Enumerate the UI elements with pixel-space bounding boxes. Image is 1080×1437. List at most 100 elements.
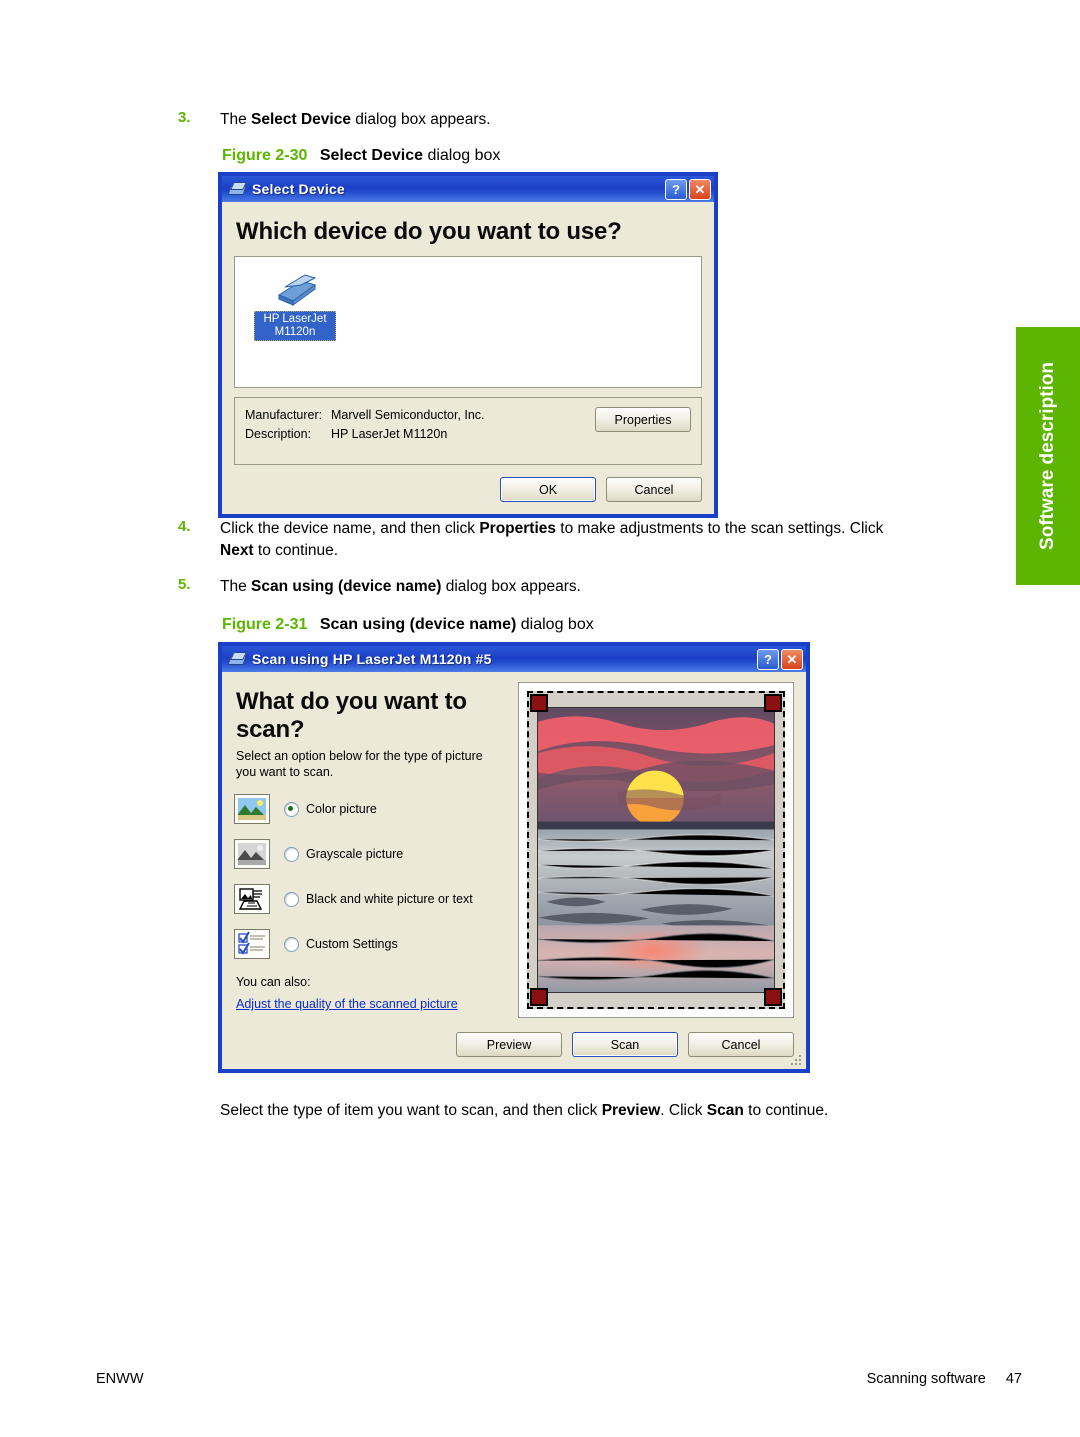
footer-section-label: Scanning software xyxy=(866,1371,986,1387)
device-list-item[interactable]: HP LaserJet M1120n xyxy=(245,263,341,343)
scan-button-row: Preview Scan Cancel xyxy=(234,1032,794,1057)
scan-button[interactable]: Scan xyxy=(572,1032,678,1057)
help-icon[interactable]: ? xyxy=(757,648,779,670)
closing-after: to continue. xyxy=(743,1102,829,1119)
selection-marquee[interactable] xyxy=(527,691,785,1009)
radio-color-picture[interactable] xyxy=(284,801,299,817)
description-value: HP LaserJet M1120n xyxy=(331,427,448,441)
select-device-button-row: OK Cancel xyxy=(234,477,702,502)
radio-grayscale-picture[interactable] xyxy=(284,846,299,862)
option-black-and-white[interactable]: Black and white picture or text xyxy=(234,884,506,914)
option-custom-settings[interactable]: Custom Settings xyxy=(234,929,506,959)
option-custom-settings-label: Custom Settings xyxy=(306,937,398,951)
step-5-bold: Scan using (device name) xyxy=(251,578,442,595)
step-3-bold: Select Device xyxy=(251,111,351,128)
closing-bold-scan: Scan xyxy=(706,1102,744,1119)
figure-2-31-title: Scan using (device name) xyxy=(319,616,517,633)
step-4-line2-after: to continue. xyxy=(253,542,339,560)
step-4: 4. Click the device name, and then click… xyxy=(178,518,998,563)
radio-black-and-white[interactable] xyxy=(284,891,299,907)
scan-subtext: Select an option below for the type of p… xyxy=(236,749,483,779)
step-3: 3. The Select Device dialog box appears. xyxy=(178,109,938,131)
scanner-icon xyxy=(228,182,246,196)
option-color-picture[interactable]: Color picture xyxy=(234,794,506,824)
select-device-heading: Which device do you want to use? xyxy=(236,218,622,245)
selection-handle-bottom-right[interactable] xyxy=(764,988,782,1006)
figure-2-31-suffix: dialog box xyxy=(516,616,594,633)
figure-2-31-number: Figure 2-31 xyxy=(222,616,308,633)
closing-paragraph: Select the type of item you want to scan… xyxy=(220,1100,1010,1122)
close-icon[interactable]: ✕ xyxy=(689,178,711,200)
scan-options-panel: What do you want to scan? Select an opti… xyxy=(234,682,506,1018)
closing-before: Select the type of item you want to scan… xyxy=(220,1102,602,1119)
color-picture-icon xyxy=(234,794,270,824)
preview-button[interactable]: Preview xyxy=(456,1032,562,1057)
step-3-text-after: dialog box appears. xyxy=(350,111,491,128)
step-3-number: 3. xyxy=(178,109,191,126)
option-grayscale-picture[interactable]: Grayscale picture xyxy=(234,839,506,869)
option-grayscale-picture-label: Grayscale picture xyxy=(306,847,404,861)
step-4-bold-next: Next xyxy=(220,542,254,560)
figure-2-30-caption: Figure 2-30 Select Device dialog box xyxy=(222,147,500,165)
close-icon[interactable]: ✕ xyxy=(781,648,803,670)
step-4-line1-after: to make adjustments to the scan settings… xyxy=(556,520,884,537)
scan-preview-pane[interactable] xyxy=(518,682,794,1018)
device-list[interactable]: HP LaserJet M1120n xyxy=(234,256,702,388)
step-4-bold-properties: Properties xyxy=(479,520,556,537)
footer-left: ENWW xyxy=(96,1371,144,1387)
footer-right: Scanning software 47 xyxy=(867,1371,1022,1387)
select-device-dialog: Select Device ? ✕ Which device do you wa… xyxy=(219,173,717,517)
ok-button-label: OK xyxy=(538,482,558,497)
info-row: Description: HP LaserJet M1120n xyxy=(245,425,595,444)
figure-2-30-number: Figure 2-30 xyxy=(222,147,308,164)
device-label[interactable]: HP LaserJet M1120n xyxy=(254,311,336,341)
radio-custom-settings[interactable] xyxy=(284,936,299,952)
figure-2-30-suffix: dialog box xyxy=(423,147,501,164)
custom-settings-icon xyxy=(234,929,270,959)
you-can-also-label: You can also: xyxy=(236,975,311,989)
info-row: Manufacturer: Marvell Semiconductor, Inc… xyxy=(245,406,595,425)
selection-handle-top-left[interactable] xyxy=(530,694,548,712)
device-info-box: Manufacturer: Marvell Semiconductor, Inc… xyxy=(234,397,702,465)
side-tab-label: Software description xyxy=(1037,362,1059,550)
resize-grip[interactable] xyxy=(789,1053,801,1065)
preview-button-label: Preview xyxy=(486,1037,532,1052)
ok-button[interactable]: OK xyxy=(500,477,596,502)
scan-using-window-buttons: ? ✕ xyxy=(757,648,803,670)
scan-using-title: Scan using HP LaserJet M1120n #5 xyxy=(252,651,492,667)
help-icon[interactable]: ? xyxy=(665,178,687,200)
scan-heading: What do you want to scan? xyxy=(236,688,467,743)
select-device-window-buttons: ? ✕ xyxy=(665,178,711,200)
footer-page-number: 47 xyxy=(1005,1371,1022,1387)
step-4-text: Click the device name, and then click Pr… xyxy=(220,518,883,563)
step-5-text: The Scan using (device name) dialog box … xyxy=(220,576,581,598)
scan-button-label: Scan xyxy=(610,1037,640,1052)
step-5-text-before: The xyxy=(220,578,252,595)
selection-handle-top-right[interactable] xyxy=(764,694,782,712)
scanner-device-icon xyxy=(277,274,317,306)
closing-paragraph-text: Select the type of item you want to scan… xyxy=(220,1100,828,1122)
scan-cancel-button[interactable]: Cancel xyxy=(688,1032,794,1057)
step-5-text-after: dialog box appears. xyxy=(441,578,581,595)
scanner-icon xyxy=(228,652,246,666)
scan-cancel-button-label: Cancel xyxy=(721,1037,761,1052)
black-and-white-picture-icon xyxy=(234,884,270,914)
step-3-text: The Select Device dialog box appears. xyxy=(220,109,491,131)
step-5-number: 5. xyxy=(178,576,191,593)
cancel-button-label: Cancel xyxy=(634,482,674,497)
select-device-title: Select Device xyxy=(252,181,345,197)
scan-using-titlebar: Scan using HP LaserJet M1120n #5 ? ✕ xyxy=(222,646,806,672)
select-device-body: Which device do you want to use? HP Lase… xyxy=(222,202,714,514)
step-3-text-before: The xyxy=(220,111,252,128)
device-label-line1: HP LaserJet xyxy=(263,313,327,325)
adjust-quality-link[interactable]: Adjust the quality of the scanned pictur… xyxy=(236,997,458,1011)
properties-button[interactable]: Properties xyxy=(595,407,691,432)
device-label-line2: M1120n xyxy=(274,326,316,338)
cancel-button[interactable]: Cancel xyxy=(606,477,702,502)
selection-handle-bottom-left[interactable] xyxy=(530,988,548,1006)
step-4-line1-before: Click the device name, and then click xyxy=(220,520,480,537)
closing-bold-preview: Preview xyxy=(601,1102,661,1119)
manufacturer-label: Manufacturer: xyxy=(245,408,323,422)
figure-2-30-title: Select Device xyxy=(319,147,423,164)
scan-columns: What do you want to scan? Select an opti… xyxy=(234,682,794,1018)
